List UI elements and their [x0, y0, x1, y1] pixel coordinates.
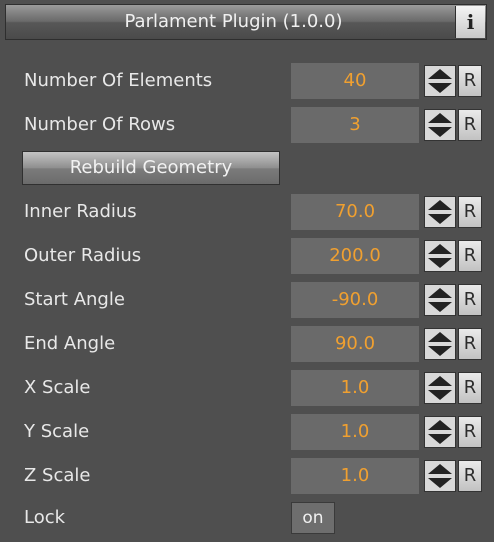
- z-scale-label: Z Scale: [24, 465, 91, 486]
- y-scale-field[interactable]: 1.0: [291, 414, 419, 450]
- z-scale-field[interactable]: 1.0: [291, 458, 419, 494]
- number-of-elements-reset-button[interactable]: R: [458, 65, 482, 97]
- number-of-elements-spinner[interactable]: [424, 65, 456, 97]
- up-down-arrows-icon: [428, 200, 452, 224]
- start-angle-field[interactable]: -90.0: [291, 282, 419, 318]
- outer-radius-spinner[interactable]: [424, 240, 456, 272]
- number-of-rows-spinner[interactable]: [424, 109, 456, 141]
- up-down-arrows-icon: [428, 244, 452, 268]
- end-angle-field[interactable]: 90.0: [291, 326, 419, 362]
- lock-label: Lock: [24, 507, 66, 528]
- start-angle-label: Start Angle: [24, 289, 125, 310]
- lock-row: Lock on: [0, 500, 494, 536]
- end-angle-label: End Angle: [24, 333, 116, 354]
- x-scale-label: X Scale: [24, 377, 91, 398]
- panel-titlebar: Parlament Plugin (1.0.0) i: [5, 4, 487, 40]
- up-down-arrows-icon: [428, 332, 452, 356]
- inner-radius-row: Inner Radius 70.0 R: [0, 194, 494, 230]
- up-down-arrows-icon: [428, 288, 452, 312]
- parlament-plugin-panel: Parlament Plugin (1.0.0) i Number Of Ele…: [0, 0, 494, 542]
- lock-toggle[interactable]: on: [291, 502, 335, 534]
- x-scale-row: X Scale 1.0 R: [0, 370, 494, 406]
- outer-radius-field[interactable]: 200.0: [291, 238, 419, 274]
- number-of-elements-row: Number Of Elements 40 R: [0, 63, 494, 99]
- up-down-arrows-icon: [428, 69, 452, 93]
- x-scale-field[interactable]: 1.0: [291, 370, 419, 406]
- info-button[interactable]: i: [455, 6, 485, 38]
- inner-radius-spinner[interactable]: [424, 196, 456, 228]
- number-of-rows-label: Number Of Rows: [24, 114, 176, 135]
- up-down-arrows-icon: [428, 420, 452, 444]
- number-of-elements-field[interactable]: 40: [291, 63, 419, 99]
- panel-title: Parlament Plugin (1.0.0): [124, 11, 343, 32]
- number-of-elements-label: Number Of Elements: [24, 70, 213, 91]
- start-angle-spinner[interactable]: [424, 284, 456, 316]
- z-scale-spinner[interactable]: [424, 460, 456, 492]
- up-down-arrows-icon: [428, 113, 452, 137]
- z-scale-reset-button[interactable]: R: [458, 460, 482, 492]
- inner-radius-field[interactable]: 70.0: [291, 194, 419, 230]
- end-angle-row: End Angle 90.0 R: [0, 326, 494, 362]
- x-scale-reset-button[interactable]: R: [458, 372, 482, 404]
- outer-radius-reset-button[interactable]: R: [458, 240, 482, 272]
- x-scale-spinner[interactable]: [424, 372, 456, 404]
- up-down-arrows-icon: [428, 464, 452, 488]
- y-scale-row: Y Scale 1.0 R: [0, 414, 494, 450]
- z-scale-row: Z Scale 1.0 R: [0, 458, 494, 494]
- y-scale-label: Y Scale: [24, 421, 90, 442]
- y-scale-reset-button[interactable]: R: [458, 416, 482, 448]
- inner-radius-reset-button[interactable]: R: [458, 196, 482, 228]
- outer-radius-row: Outer Radius 200.0 R: [0, 238, 494, 274]
- end-angle-spinner[interactable]: [424, 328, 456, 360]
- start-angle-row: Start Angle -90.0 R: [0, 282, 494, 318]
- rebuild-geometry-button[interactable]: Rebuild Geometry: [22, 151, 280, 185]
- number-of-rows-field[interactable]: 3: [291, 107, 419, 143]
- number-of-rows-row: Number Of Rows 3 R: [0, 107, 494, 143]
- up-down-arrows-icon: [428, 376, 452, 400]
- inner-radius-label: Inner Radius: [24, 201, 137, 222]
- end-angle-reset-button[interactable]: R: [458, 328, 482, 360]
- start-angle-reset-button[interactable]: R: [458, 284, 482, 316]
- outer-radius-label: Outer Radius: [24, 245, 142, 266]
- number-of-rows-reset-button[interactable]: R: [458, 109, 482, 141]
- y-scale-spinner[interactable]: [424, 416, 456, 448]
